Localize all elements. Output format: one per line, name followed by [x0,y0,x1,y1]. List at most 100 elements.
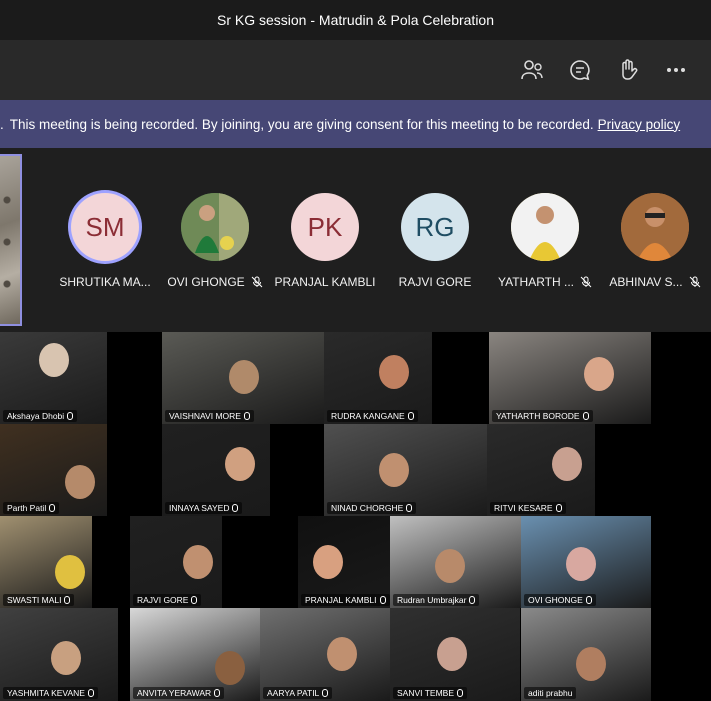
recording-banner: . This meeting is being recorded. By joi… [0,100,711,148]
participant-ovi[interactable]: OVI GHONGE [160,193,270,289]
tile-name: PRANJAL KAMBLI [305,595,377,605]
avatar: PK [291,193,359,261]
participant-video [313,545,343,579]
video-tile[interactable]: ANVITA YERAWAR [130,608,260,701]
participant-video [435,549,465,583]
video-tile[interactable]: Rudran Umbrajkar [390,516,521,608]
video-tile[interactable]: AARYA PATIL [260,608,390,701]
mic-icon [49,504,56,512]
tile-name-label: Parth Patil [3,502,60,514]
tile-name-label: Rudran Umbrajkar [393,594,480,606]
participant-video [552,447,582,481]
tile-name: Akshaya Dhobi [7,411,65,421]
mic-icon [232,504,239,512]
tile-name-label: INNAYA SAYED [165,502,243,514]
mic-off-icon [251,276,263,288]
avatar-initials: SM [85,211,125,242]
mic-icon [585,596,592,604]
meeting-toolbar [0,40,711,100]
participant-pranjal[interactable]: PK PRANJAL KAMBLI [270,193,380,289]
privacy-policy-link[interactable]: Privacy policy [598,117,681,132]
mic-icon [243,412,250,420]
mic-icon [322,689,329,697]
mic-icon [555,504,562,512]
mic-icon [379,596,386,604]
participant-name: ABHINAV S... [609,275,683,289]
video-gallery: Akshaya Dhobi VAISHNAVI MORE RUDRA KANGANE… [0,332,711,701]
tile-name-label: YATHARTH BORODE [492,410,593,422]
tile-name: SWASTI MALI [7,595,62,605]
video-tile[interactable]: SWASTI MALI [0,516,92,608]
tile-name: SANVI TEMBE [397,688,454,698]
participant-name: RAJVI GORE [398,275,472,289]
tile-name: ANVITA YERAWAR [137,688,212,698]
tile-name: Rudran Umbrajkar [397,595,467,605]
title-bar: Sr KG session - Matrudin & Pola Celebrat… [0,0,711,40]
participant-video [327,637,357,671]
tile-name: INNAYA SAYED [169,503,230,513]
mic-icon [191,596,198,604]
mic-off-icon [689,276,700,288]
participant-name: YATHARTH ... [497,275,574,289]
tile-name-label: RAJVI GORE [133,594,202,606]
mic-icon [67,412,74,420]
mic-icon [582,412,589,420]
tile-name-label: SWASTI MALI [3,594,75,606]
participant-abhinav[interactable]: ABHINAV S... [600,193,710,289]
video-tile[interactable]: Akshaya Dhobi [0,332,107,424]
tile-name: YATHARTH BORODE [496,411,580,421]
avatar [621,193,689,261]
video-tile[interactable]: RITVI KESARE [487,424,595,516]
raise-hand-icon[interactable] [615,57,641,83]
participant-video [55,555,85,589]
tile-name-label: RITVI KESARE [490,502,566,514]
tile-name: VAISHNAVI MORE [169,411,241,421]
tile-name-label: ANVITA YERAWAR [133,687,225,699]
video-tile[interactable]: INNAYA SAYED [162,424,270,516]
participant-yatharth[interactable]: YATHARTH ... [490,193,600,289]
mic-off-icon [580,276,592,288]
participant-video [51,641,81,675]
window-title: Sr KG session - Matrudin & Pola Celebrat… [216,12,494,28]
video-tile[interactable]: YASHMITA KEVANE [0,608,118,701]
video-tile[interactable]: RAJVI GORE [130,516,222,608]
tile-name-label: RUDRA KANGANE [327,410,418,422]
participant-video [229,360,259,394]
video-tile[interactable]: RUDRA KANGANE [324,332,432,424]
participant-video [215,651,245,685]
tile-name: OVI GHONGE [528,595,583,605]
mic-icon [457,689,463,697]
participant-shrutika[interactable]: SM SHRUTIKA MA... [50,193,160,289]
chat-icon[interactable] [567,57,593,83]
people-icon[interactable] [519,57,545,83]
participant-name: OVI GHONGE [167,275,245,289]
participant-video [584,357,614,391]
mic-icon [214,689,221,697]
recording-message: This meeting is being recorded. By joini… [9,116,594,132]
video-tile[interactable]: OVI GHONGE [521,516,651,608]
mic-icon [64,596,71,604]
participant-video [379,453,409,487]
tile-name: aditi prabhu [528,688,573,698]
video-tile[interactable]: aditi prabhu [521,608,651,701]
video-tile[interactable]: Parth Patil [0,424,107,516]
participant-name: SHRUTIKA MA... [59,275,151,289]
tile-name-label: YASHMITA KEVANE [3,687,98,699]
tile-name-label: AARYA PATIL [263,687,333,699]
participant-video [437,637,467,671]
video-tile[interactable]: NINAD CHORGHE [324,424,487,516]
video-tile[interactable]: SANVI TEMBE [390,608,520,701]
video-tile[interactable]: PRANJAL KAMBLI [298,516,390,608]
participant-video [39,343,69,377]
video-tile[interactable]: YATHARTH BORODE [489,332,651,424]
mic-icon [406,504,413,512]
tile-name: YASHMITA KEVANE [7,688,85,698]
mic-icon [407,412,414,420]
shared-content-tile[interactable] [0,154,22,326]
avatar [511,193,579,261]
participant-video [379,355,409,389]
video-tile[interactable]: VAISHNAVI MORE [162,332,324,424]
participant-rajvi[interactable]: RG RAJVI GORE [380,193,490,289]
more-options-icon[interactable] [663,57,689,83]
participant-video [65,465,95,499]
